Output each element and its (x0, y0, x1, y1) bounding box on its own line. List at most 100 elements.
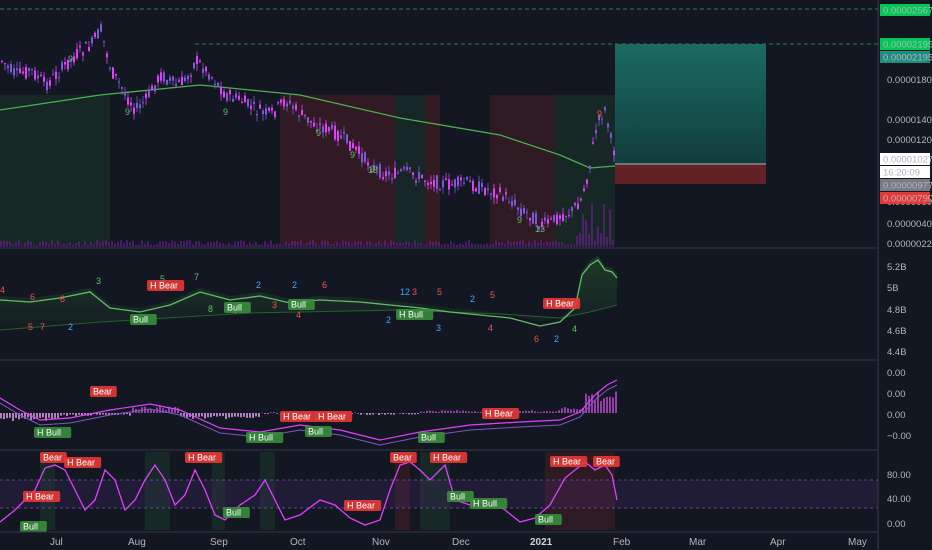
macd-histogram-bar (6, 413, 8, 419)
candle-body (415, 180, 417, 183)
volume-bar (459, 243, 461, 247)
obv-count: 5 (28, 322, 33, 332)
time-axis[interactable]: Jul Aug Sep Oct Nov Dec 2021 Feb Mar Apr May (50, 537, 867, 548)
macd-histogram-bar (132, 407, 134, 413)
obv-count: 12 (400, 287, 410, 297)
volume-bar (189, 240, 191, 247)
macd-histogram-bar (111, 413, 113, 415)
volume-bar (87, 244, 89, 247)
obv-count: 2 (470, 294, 475, 304)
macd-histogram-bar (219, 413, 221, 417)
macd-axis[interactable]: 0.00 0.00 0.00 −0.00 (887, 368, 911, 442)
macd-histogram-bar (381, 413, 383, 414)
candle-body (469, 180, 471, 183)
obv-bear-tag: H Bear (147, 280, 185, 291)
candle-body (466, 177, 468, 180)
macd-bear-tag: H Bear (280, 411, 318, 422)
volume-bar (534, 240, 536, 247)
candle-body (85, 41, 87, 44)
svg-text:0.00000977: 0.00000977 (883, 181, 932, 192)
candle-body (454, 179, 456, 188)
volume-bar (432, 242, 434, 247)
volume-bar (264, 240, 266, 247)
candle-body (286, 103, 288, 107)
candle-body (613, 150, 615, 156)
macd-histogram-bar (162, 408, 164, 413)
macd-histogram-bar (474, 411, 476, 413)
candle-body (418, 172, 420, 180)
candle-body (337, 131, 339, 141)
volume-bar (579, 232, 581, 247)
macd-histogram-bar (42, 413, 44, 418)
obv-count: 6 (322, 280, 327, 290)
candle-body (22, 71, 24, 74)
macd-pane[interactable]: Bear H Bull H Bear H Bear H Bull Bull Bull H Be… (0, 379, 618, 446)
volume-bar (270, 240, 272, 247)
candle-body (298, 115, 300, 117)
volume-bar (312, 240, 314, 247)
candle-body (292, 106, 294, 109)
candle-body (25, 67, 27, 79)
volume-bar (288, 243, 290, 247)
candle-body (253, 101, 255, 105)
candle-body (256, 113, 258, 116)
candle-body (130, 102, 132, 106)
macd-histogram-bar (54, 413, 56, 419)
candle-body (34, 70, 36, 80)
candle-body (205, 66, 207, 72)
svg-text:Bear: Bear (93, 387, 112, 397)
obv-count: 5 (437, 287, 442, 297)
volume-bar (60, 244, 62, 247)
volume-bar (384, 240, 386, 247)
obv-pane[interactable]: 4685723578423246212353254624 H BearBullB… (0, 256, 618, 344)
trading-chart[interactable]: 999999139139 468572357842324621235325462… (0, 0, 932, 550)
volume-bar (516, 241, 518, 247)
volume-bar (123, 242, 125, 247)
time-axis-label: Dec (452, 537, 470, 548)
macd-histogram-bar (603, 398, 605, 413)
macd-histogram-bar (537, 411, 539, 413)
volume-bar (609, 210, 611, 247)
macd-histogram-bar (555, 411, 557, 413)
macd-histogram-bar (612, 397, 614, 413)
volume-bar (561, 242, 563, 247)
price-pane[interactable]: 99 9999139139 (0, 0, 878, 248)
svg-text:Bull: Bull (291, 300, 306, 310)
macd-histogram-bar (414, 413, 416, 415)
price-axis[interactable]: 0.000018000.000014000.000012000.00000600… (880, 4, 932, 250)
macd-histogram-bar (405, 413, 407, 414)
volume-bar (75, 243, 77, 247)
volume-bar (429, 240, 431, 247)
volume-bar (327, 241, 329, 247)
volume-bar (45, 241, 47, 247)
rsi-bear-tag: H Bear (23, 491, 61, 502)
volume-bar (498, 242, 500, 247)
candle-body (331, 124, 333, 129)
volume-bar (21, 244, 23, 247)
rsi-bear-tag: H Bear (64, 457, 102, 468)
volume-bar (597, 226, 599, 247)
candle-body (10, 64, 12, 73)
volume-bar (525, 243, 527, 247)
volume-bar (51, 240, 53, 247)
obv-axis[interactable]: 5.2B 5B 4.8B 4.6B 4.4B (887, 262, 907, 358)
volume-bar (57, 240, 59, 247)
volume-bar (6, 240, 8, 247)
volume-bar (195, 241, 197, 247)
obv-count: 8 (208, 304, 213, 314)
rsi-bear-tag: H Bear (550, 456, 588, 467)
volume-bar (567, 244, 569, 247)
volume-bar (255, 242, 257, 247)
rsi-pane[interactable]: H Bear Bear H Bear Bull Bull H Bear H Bear Bear… (0, 452, 878, 532)
trend-band (425, 95, 440, 245)
macd-histogram-bar (408, 413, 410, 415)
macd-histogram-bar (522, 411, 524, 413)
rsi-axis[interactable]: 80.00 40.00 0.00 (887, 470, 911, 530)
candle-body (328, 127, 330, 132)
price-badge: 0.00000790 (880, 192, 932, 205)
macd-bull-tag: Bull (305, 426, 332, 437)
rsi-bull-tag: Bull (447, 491, 474, 502)
svg-text:16:20:09: 16:20:09 (883, 168, 920, 179)
obv-count: 2 (68, 322, 73, 332)
svg-text:Bear: Bear (393, 453, 412, 463)
